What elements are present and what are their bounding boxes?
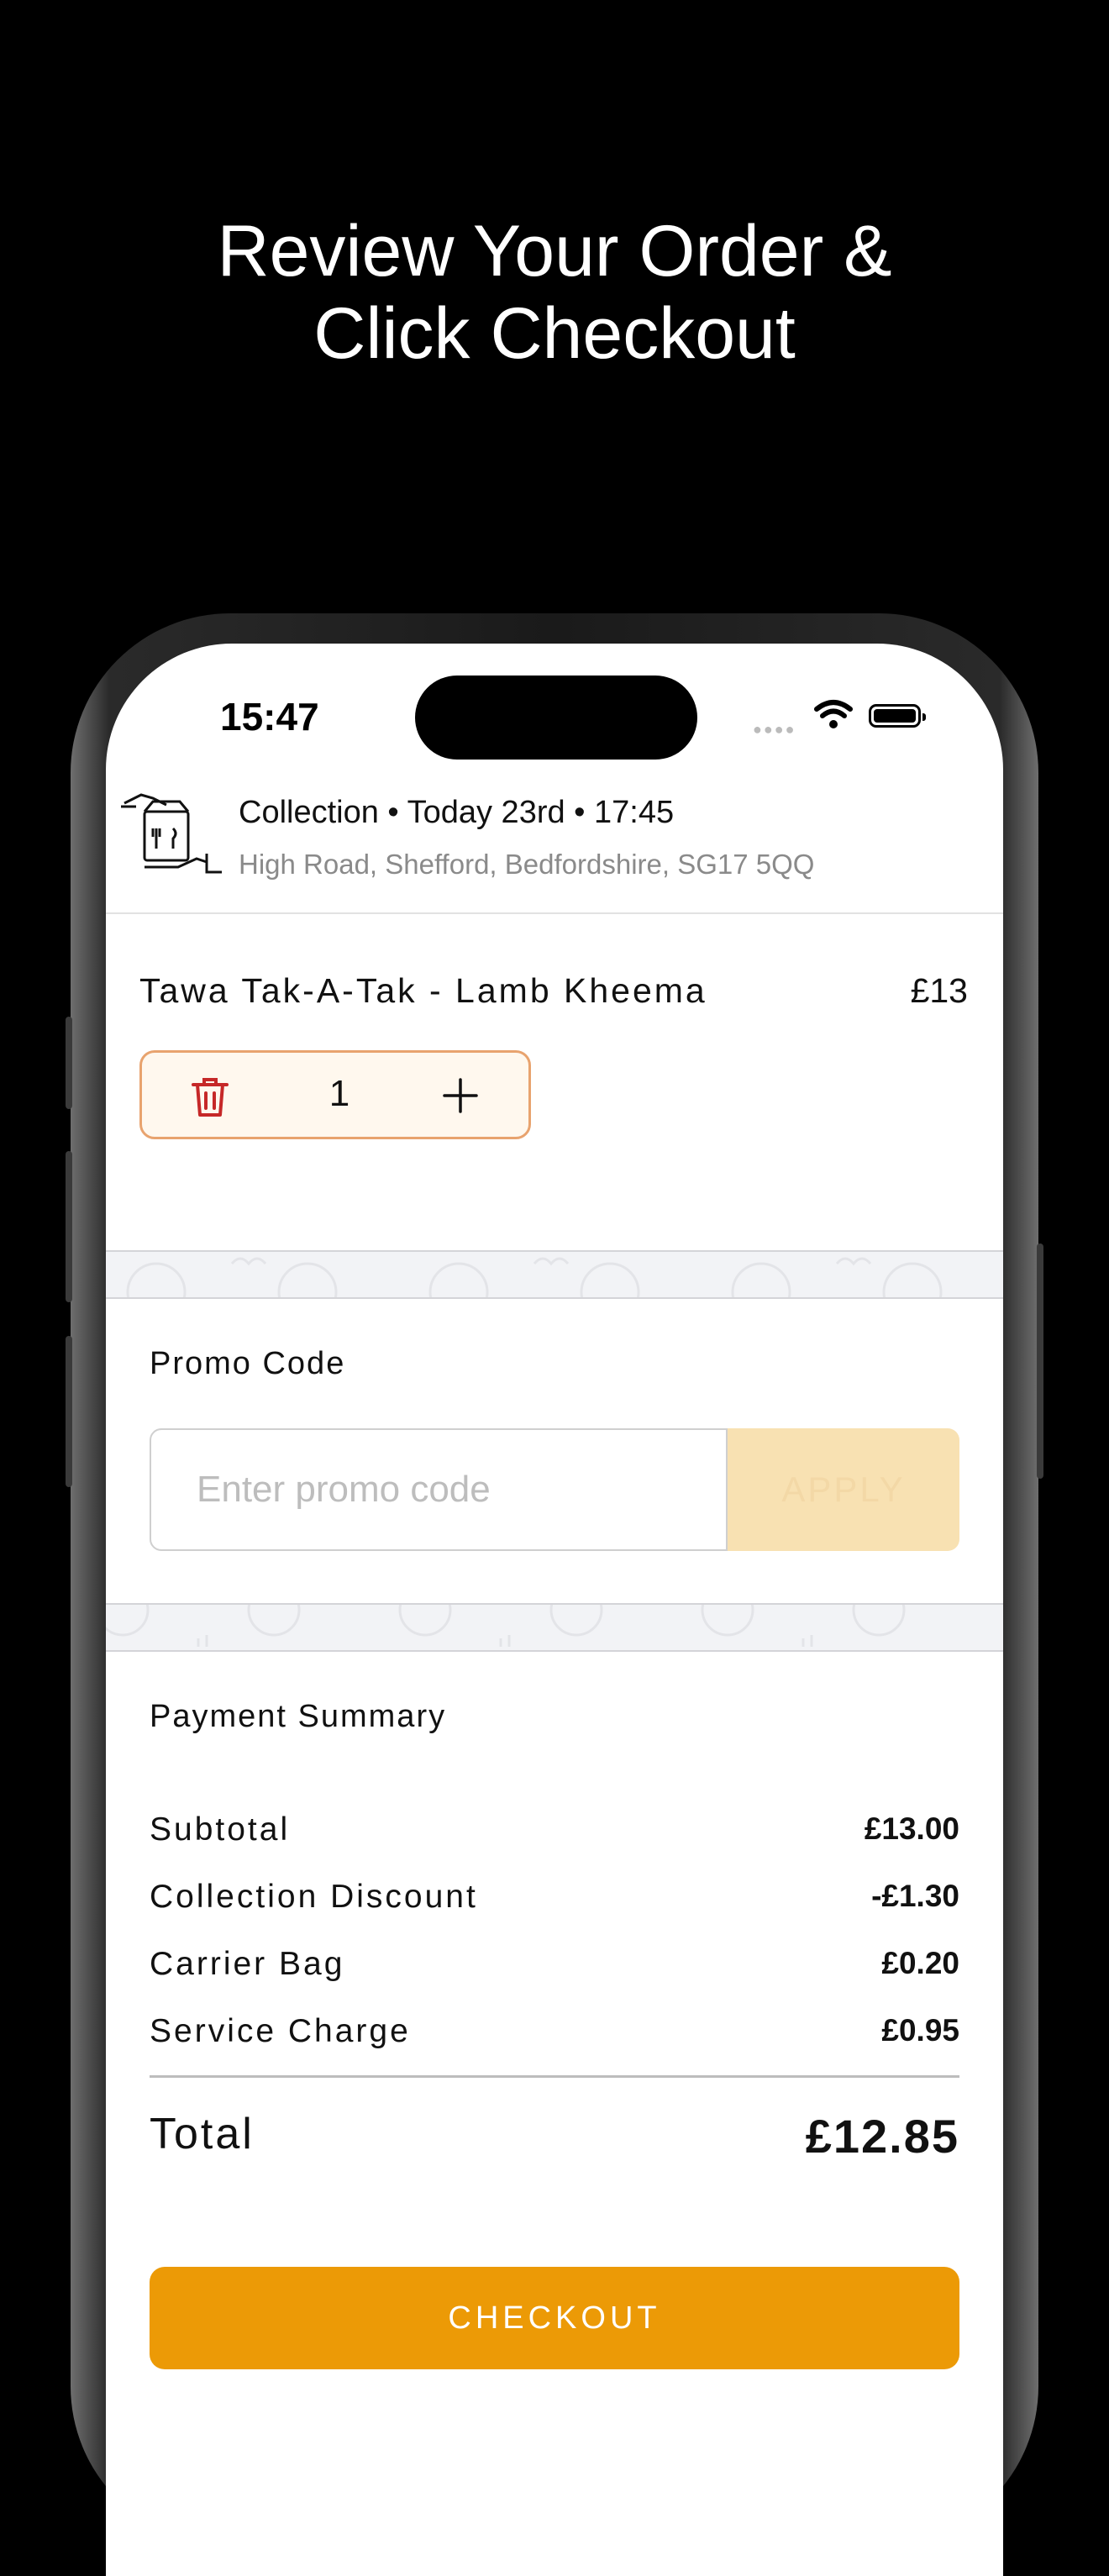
promo-code-section: Promo Code APPLY [106, 1297, 1003, 1601]
volume-down-button [66, 1336, 72, 1487]
order-info-header[interactable]: Collection • Today 23rd • 17:45 High Roa… [106, 786, 1003, 914]
service-charge-label: Service Charge [150, 2013, 411, 2049]
payment-summary-title: Payment Summary [150, 1699, 447, 1734]
volume-up-button [66, 1151, 72, 1302]
checkout-button[interactable]: CHECKOUT [150, 2267, 959, 2369]
cart-item: Tawa Tak-A-Tak - Lamb Kheema £13 1 [106, 914, 1003, 1250]
battery-icon [869, 704, 926, 728]
plus-icon[interactable] [443, 1078, 478, 1113]
phone-frame: 15:47 ●●●● Collection • Today 23rd • 17:… [66, 613, 1043, 2576]
action-button [66, 1017, 72, 1109]
takeaway-bag-icon [121, 793, 222, 874]
section-divider [106, 1250, 1003, 1299]
doodle-pattern [106, 1605, 906, 1647]
collection-discount-value: -£1.30 [871, 1879, 959, 1913]
payment-summary: Payment Summary Subtotal £13.00 Collecti… [106, 1652, 1003, 2576]
collection-address: High Road, Shefford, Bedfordshire, SG17 … [239, 849, 815, 880]
doodle-pattern [126, 1257, 943, 1297]
power-button [1037, 1243, 1043, 1479]
trash-icon[interactable] [191, 1076, 229, 1118]
collection-time: Collection • Today 23rd • 17:45 [239, 795, 675, 830]
quantity-stepper: 1 [139, 1050, 531, 1139]
promo-code-input[interactable] [150, 1428, 728, 1551]
carrier-bag-label: Carrier Bag [150, 1946, 345, 1982]
item-price: £13 [910, 971, 968, 1010]
total-value: £12.85 [805, 2110, 959, 2163]
status-time: 15:47 [220, 695, 319, 739]
wifi-icon [814, 700, 853, 728]
section-divider [106, 1603, 1003, 1652]
collection-discount-label: Collection Discount [150, 1879, 478, 1915]
dynamic-island [415, 676, 697, 760]
signal-icon: ●●●● [753, 721, 796, 738]
carrier-bag-value: £0.20 [881, 1946, 959, 1980]
promo-code-title: Promo Code [150, 1346, 346, 1381]
app-screen: 15:47 ●●●● Collection • Today 23rd • 17:… [106, 644, 1003, 2576]
apply-button[interactable]: APPLY [728, 1428, 959, 1551]
summary-divider [150, 2075, 959, 2078]
subtotal-label: Subtotal [150, 1811, 291, 1848]
headline-line-2: Click Checkout [313, 293, 796, 374]
item-name: Tawa Tak-A-Tak - Lamb Kheema [139, 971, 707, 1010]
service-charge-value: £0.95 [881, 2013, 959, 2048]
promo-headline: Review Your Order & Click Checkout [0, 210, 1109, 375]
item-quantity: 1 [328, 1073, 350, 1114]
headline-line-1: Review Your Order & [217, 211, 892, 292]
subtotal-value: £13.00 [864, 1811, 959, 1846]
total-label: Total [150, 2110, 255, 2158]
status-bar: 15:47 ●●●● [106, 644, 1003, 760]
